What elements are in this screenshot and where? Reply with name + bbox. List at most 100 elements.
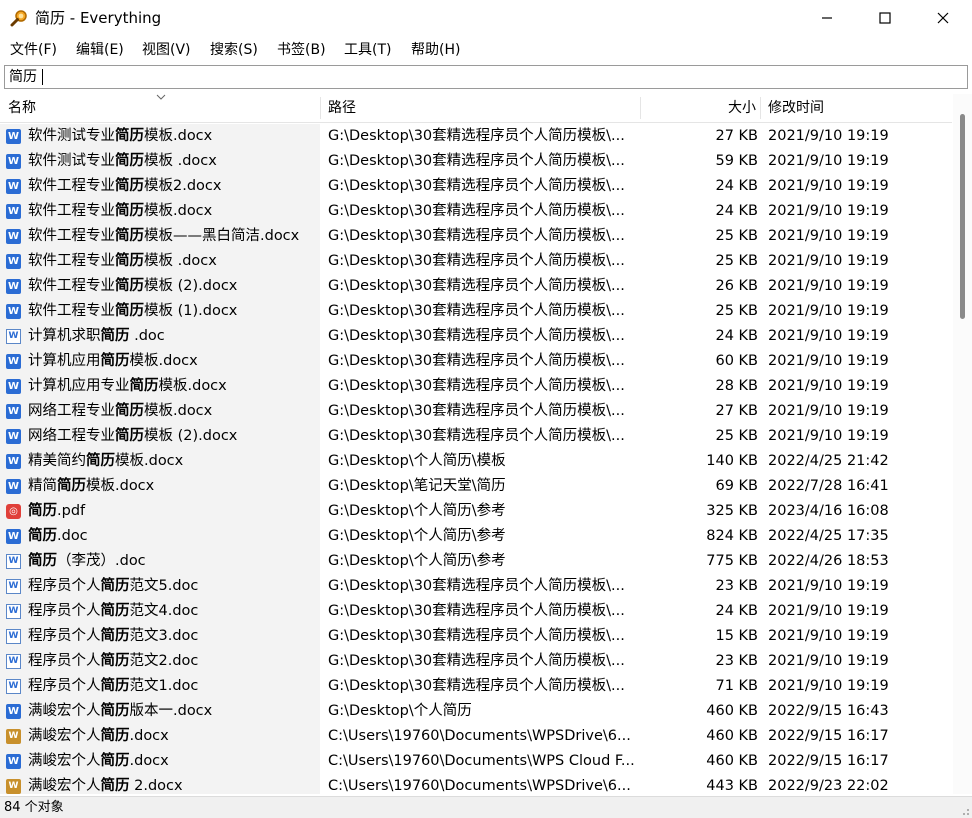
table-row[interactable]: 程序员个人简历范文4.doc G:\Desktop\30套精选程序员个人简历模板\…: [0, 599, 952, 624]
file-name[interactable]: 程序员个人简历范文4.doc: [28, 599, 198, 624]
file-name[interactable]: 软件工程专业简历模板2.docx: [28, 174, 221, 199]
window-title: 简历 - Everything: [35, 9, 162, 27]
column-header-modified[interactable]: 修改时间: [768, 94, 824, 122]
file-name[interactable]: 程序员个人简历范文3.doc: [28, 624, 198, 649]
column-divider[interactable]: [760, 97, 761, 119]
file-name-suffix: 模板.docx: [86, 478, 155, 494]
close-button[interactable]: [914, 0, 972, 36]
file-name[interactable]: 简历.doc: [28, 524, 88, 549]
vertical-scrollbar[interactable]: [953, 94, 972, 794]
file-name-prefix: 程序员个人: [28, 603, 101, 619]
file-name[interactable]: 软件工程专业简历模板 (2).docx: [28, 274, 237, 299]
file-name[interactable]: 简历（李茂）.doc: [28, 549, 146, 574]
column-header-size[interactable]: 大小: [640, 94, 756, 122]
file-size: 460 KB: [706, 753, 758, 769]
menu-bookmarks[interactable]: 书签(B): [277, 40, 326, 60]
file-modified: 2022/4/25 21:42: [768, 453, 889, 469]
table-row[interactable]: 软件测试专业简历模板.docx G:\Desktop\30套精选程序员个人简历模板…: [0, 124, 952, 149]
file-name[interactable]: 精简简历模板.docx: [28, 474, 154, 499]
file-name[interactable]: 程序员个人简历范文1.doc: [28, 674, 198, 699]
file-name-prefix: 满峻宏个人: [28, 778, 101, 794]
file-name[interactable]: 网络工程专业简历模板 (2).docx: [28, 424, 237, 449]
table-row[interactable]: 满峻宏个人简历.docx C:\Users\19760\Documents\WPS…: [0, 749, 952, 774]
menu-edit[interactable]: 编辑(E): [76, 40, 124, 60]
title-bar[interactable]: 简历 - Everything: [0, 0, 972, 36]
file-name[interactable]: 软件工程专业简历模板 (1).docx: [28, 299, 237, 324]
results-list[interactable]: 名称 路径 大小 修改时间 软件测试专业简历模板.docx G:\Desktop\…: [0, 94, 972, 794]
file-name[interactable]: 软件测试专业简历模板.docx: [28, 124, 212, 149]
file-name[interactable]: 计算机应用简历模板.docx: [28, 349, 198, 374]
table-row[interactable]: 网络工程专业简历模板.docx G:\Desktop\30套精选程序员个人简历模板…: [0, 399, 952, 424]
table-row[interactable]: 软件工程专业简历模板——黑白简洁.docx G:\Desktop\30套精选程序员…: [0, 224, 952, 249]
file-size: 24 KB: [715, 328, 758, 344]
file-name[interactable]: 计算机应用专业简历模板.docx: [28, 374, 227, 399]
file-name[interactable]: 网络工程专业简历模板.docx: [28, 399, 212, 424]
minimize-button[interactable]: [798, 0, 856, 36]
file-name[interactable]: 精美简约简历模板.docx: [28, 449, 183, 474]
search-input-value: 简历: [9, 69, 37, 85]
menu-file[interactable]: 文件(F): [10, 40, 57, 60]
file-name-match: 简历: [115, 228, 144, 244]
file-size: 27 KB: [715, 128, 758, 144]
table-row[interactable]: 简历.pdf G:\Desktop\个人简历\参考 325 KB 2023/4/16 …: [0, 499, 952, 524]
table-row[interactable]: 软件工程专业简历模板 .docx G:\Desktop\30套精选程序员个人简历模…: [0, 249, 952, 274]
table-row[interactable]: 满峻宏个人简历.docx C:\Users\19760\Documents\WPS…: [0, 724, 952, 749]
file-path: G:\Desktop\30套精选程序员个人简历模板\...: [328, 653, 625, 669]
file-name[interactable]: 满峻宏个人简历.docx: [28, 749, 169, 774]
table-row[interactable]: 网络工程专业简历模板 (2).docx G:\Desktop\30套精选程序员个人…: [0, 424, 952, 449]
table-row[interactable]: 满峻宏个人简历 2.docx C:\Users\19760\Documents\W…: [0, 774, 952, 794]
table-row[interactable]: 计算机应用专业简历模板.docx G:\Desktop\30套精选程序员个人简历模…: [0, 374, 952, 399]
menu-tools[interactable]: 工具(T): [344, 40, 391, 60]
maximize-button[interactable]: [856, 0, 914, 36]
table-row[interactable]: 精简简历模板.docx G:\Desktop\笔记天堂\简历 69 KB 2022/7…: [0, 474, 952, 499]
file-path: G:\Desktop\30套精选程序员个人简历模板\...: [328, 128, 625, 144]
file-name[interactable]: 软件工程专业简历模板 .docx: [28, 249, 217, 274]
table-row[interactable]: 计算机应用简历模板.docx G:\Desktop\30套精选程序员个人简历模板\…: [0, 349, 952, 374]
file-size: 25 KB: [715, 228, 758, 244]
column-divider[interactable]: [320, 97, 321, 119]
file-name[interactable]: 计算机求职简历 .doc: [28, 324, 165, 349]
menu-help[interactable]: 帮助(H): [411, 40, 460, 60]
table-row[interactable]: 软件工程专业简历模板 (2).docx G:\Desktop\30套精选程序员个人…: [0, 274, 952, 299]
file-name[interactable]: 程序员个人简历范文5.doc: [28, 574, 198, 599]
table-row[interactable]: 程序员个人简历范文5.doc G:\Desktop\30套精选程序员个人简历模板\…: [0, 574, 952, 599]
table-row[interactable]: 程序员个人简历范文3.doc G:\Desktop\30套精选程序员个人简历模板\…: [0, 624, 952, 649]
file-name-prefix: 精美简约: [28, 453, 86, 469]
file-modified: 2021/9/10 19:19: [768, 178, 889, 194]
table-row[interactable]: 程序员个人简历范文1.doc G:\Desktop\30套精选程序员个人简历模板\…: [0, 674, 952, 699]
scrollbar-thumb[interactable]: [960, 114, 965, 319]
table-row[interactable]: 简历（李茂）.doc G:\Desktop\个人简历\参考 775 KB 2022/4…: [0, 549, 952, 574]
table-row[interactable]: 简历.doc G:\Desktop\个人简历\参考 824 KB 2022/4/25 …: [0, 524, 952, 549]
file-modified: 2021/9/10 19:19: [768, 128, 889, 144]
table-row[interactable]: 程序员个人简历范文2.doc G:\Desktop\30套精选程序员个人简历模板\…: [0, 649, 952, 674]
column-header-name[interactable]: 名称: [8, 94, 36, 122]
file-name[interactable]: 软件工程专业简历模板——黑白简洁.docx: [28, 224, 299, 249]
table-row[interactable]: 满峻宏个人简历版本一.docx G:\Desktop\个人简历 460 KB 2022…: [0, 699, 952, 724]
minimize-icon: [822, 17, 832, 19]
table-row[interactable]: 计算机求职简历 .doc G:\Desktop\30套精选程序员个人简历模板\..…: [0, 324, 952, 349]
column-header-path[interactable]: 路径: [328, 94, 356, 122]
file-name[interactable]: 软件工程专业简历模板.docx: [28, 199, 212, 224]
resize-grip-icon[interactable]: [960, 806, 970, 816]
table-row[interactable]: 软件工程专业简历模板.docx G:\Desktop\30套精选程序员个人简历模板…: [0, 199, 952, 224]
file-path: C:\Users\19760\Documents\WPS Cloud F...: [328, 753, 635, 769]
menu-search[interactable]: 搜索(S): [210, 40, 258, 60]
file-name[interactable]: 简历.pdf: [28, 499, 85, 524]
table-row[interactable]: 软件测试专业简历模板 .docx G:\Desktop\30套精选程序员个人简历模…: [0, 149, 952, 174]
file-size: 443 KB: [706, 778, 758, 794]
search-input[interactable]: 简历: [4, 65, 968, 89]
file-path: G:\Desktop\30套精选程序员个人简历模板\...: [328, 153, 625, 169]
file-name[interactable]: 满峻宏个人简历版本一.docx: [28, 699, 212, 724]
menu-view[interactable]: 视图(V): [142, 40, 191, 60]
file-name[interactable]: 满峻宏个人简历.docx: [28, 724, 169, 749]
table-row[interactable]: 软件工程专业简历模板2.docx G:\Desktop\30套精选程序员个人简历模…: [0, 174, 952, 199]
file-name[interactable]: 软件测试专业简历模板 .docx: [28, 149, 217, 174]
file-name[interactable]: 程序员个人简历范文2.doc: [28, 649, 198, 674]
file-path: G:\Desktop\30套精选程序员个人简历模板\...: [328, 253, 625, 269]
table-row[interactable]: 精美简约简历模板.docx G:\Desktop\个人简历\模板 140 KB 202…: [0, 449, 952, 474]
file-name-prefix: 程序员个人: [28, 653, 101, 669]
docx-file-icon: [6, 254, 21, 269]
table-row[interactable]: 软件工程专业简历模板 (1).docx G:\Desktop\30套精选程序员个人…: [0, 299, 952, 324]
file-name[interactable]: 满峻宏个人简历 2.docx: [28, 774, 183, 794]
file-name-suffix: 模板.docx: [144, 403, 213, 419]
